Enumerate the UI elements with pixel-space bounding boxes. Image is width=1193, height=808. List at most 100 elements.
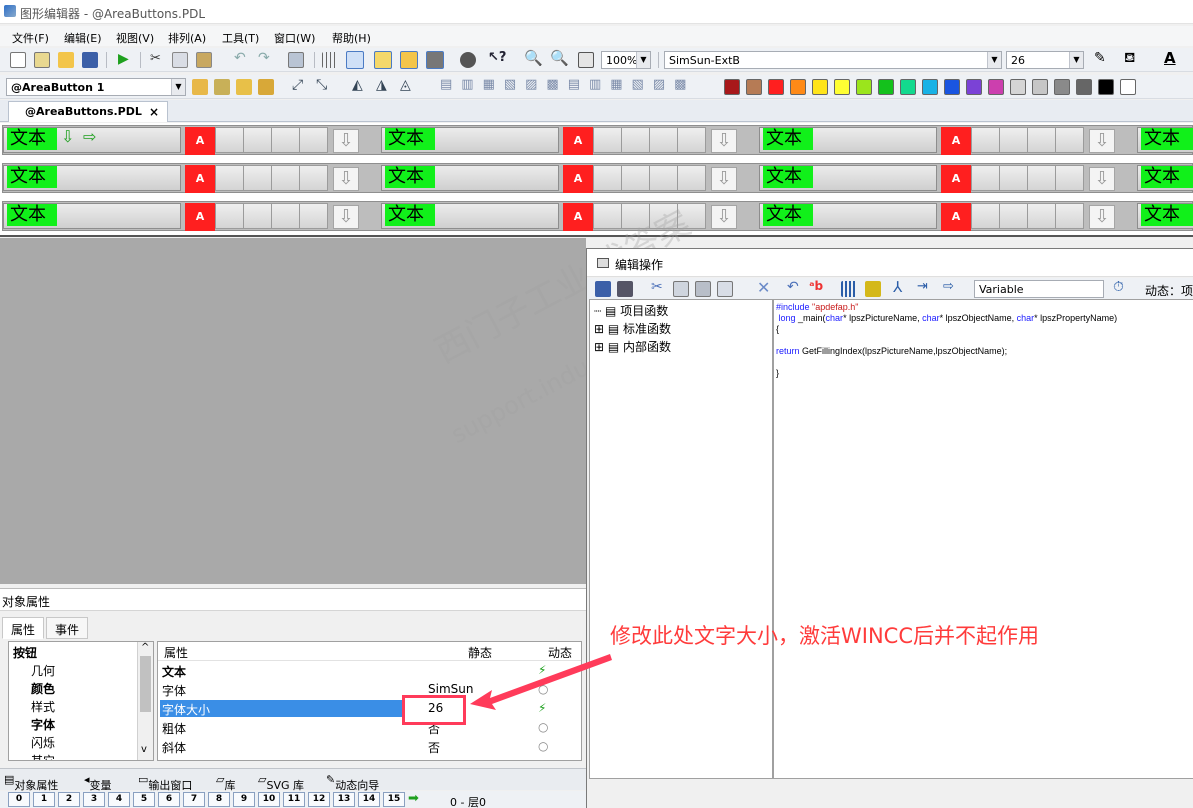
gray-button[interactable]	[1027, 127, 1056, 153]
layer-button[interactable]: 7	[183, 792, 205, 807]
compile-icon[interactable]	[617, 281, 633, 297]
tab-tags[interactable]: ◂ 变量	[84, 773, 112, 792]
flip-icon[interactable]: ◮	[376, 77, 387, 93]
table-row[interactable]: 斜体 否 ○	[158, 737, 581, 756]
down-arrow-icon[interactable]: ⇩	[1089, 129, 1115, 153]
undo-icon[interactable]: ↶	[234, 50, 246, 66]
red-a-button[interactable]: A	[941, 127, 971, 155]
tree-item-flashing[interactable]: 闪烁	[31, 734, 55, 751]
gray-button[interactable]	[1055, 127, 1084, 153]
color-swatch[interactable]	[856, 79, 872, 95]
gray-button[interactable]	[649, 127, 678, 153]
new-page-icon[interactable]	[34, 52, 50, 68]
bookmark-icon[interactable]	[841, 281, 857, 297]
zoom-fit-icon[interactable]	[578, 52, 594, 68]
gray-button[interactable]	[243, 203, 272, 229]
gray-button[interactable]	[677, 165, 706, 191]
button-text[interactable]: 文本	[7, 166, 57, 188]
area-button-row[interactable]: 文本 A ⇩ 文本 A ⇩ 文本 A ⇩ 文本	[2, 201, 1193, 231]
color-swatch[interactable]	[724, 79, 740, 95]
color-swatch[interactable]	[746, 79, 762, 95]
tree-item-colors[interactable]: 颜色	[31, 680, 55, 697]
open-folder-icon[interactable]	[58, 52, 74, 68]
layers-icon[interactable]	[374, 51, 392, 69]
layer-button[interactable]: 1	[33, 792, 55, 807]
tab-output-window[interactable]: ▭ 输出窗口	[138, 773, 192, 792]
activate-runtime-icon[interactable]: ▶	[118, 51, 129, 67]
down-arrow-icon[interactable]: ⇩	[711, 167, 737, 191]
layer-button[interactable]: 4	[108, 792, 130, 807]
red-a-button[interactable]: A	[563, 203, 593, 231]
gray-button[interactable]	[1027, 165, 1056, 191]
font-icon[interactable]: ᵃb	[809, 279, 823, 293]
gray-button[interactable]	[1055, 203, 1084, 229]
tree-item-internal-functions[interactable]: ⊞ ▤ 内部函数	[594, 338, 671, 355]
tree-item-style[interactable]: 样式	[31, 698, 55, 715]
color-swatch[interactable]	[790, 79, 806, 95]
gray-button[interactable]	[621, 165, 650, 191]
layer-button[interactable]: 8	[208, 792, 230, 807]
redo-icon[interactable]: ↷	[258, 50, 270, 66]
gray-button[interactable]	[971, 165, 1000, 191]
tree-item-standard-functions[interactable]: ⊞ ▤ 标准函数	[594, 320, 671, 337]
snap-grid-icon[interactable]	[346, 51, 364, 69]
close-icon[interactable]: ×	[149, 105, 159, 119]
gray-button[interactable]	[593, 203, 622, 229]
export-icon[interactable]: ⇨	[943, 279, 954, 294]
grid-icon[interactable]	[322, 52, 338, 68]
color-swatch[interactable]	[768, 79, 784, 95]
fill-color-icon[interactable]: ⛾	[1124, 50, 1135, 68]
flip-icon[interactable]: ◭	[352, 77, 363, 93]
layer-button[interactable]: 11	[283, 792, 305, 807]
menu-help[interactable]: 帮助(H)	[332, 30, 371, 46]
library-icon[interactable]	[400, 51, 418, 69]
gray-button[interactable]	[677, 127, 706, 153]
gray-button[interactable]	[271, 165, 300, 191]
down-arrow-icon[interactable]: ⇩	[1089, 167, 1115, 191]
down-arrow-icon[interactable]: ⇩	[711, 205, 737, 229]
color-swatch[interactable]	[1032, 79, 1048, 95]
tool-icon[interactable]	[460, 52, 476, 68]
gray-button[interactable]	[999, 127, 1028, 153]
zoom-select[interactable]: 100% ▼	[601, 51, 651, 69]
button-text[interactable]: 文本	[7, 204, 57, 226]
save-icon[interactable]	[595, 281, 611, 297]
tab-svg-library[interactable]: ▱ SVG 库	[258, 773, 304, 792]
gray-button[interactable]	[299, 165, 328, 191]
tab-library[interactable]: ▱ 库	[216, 773, 235, 792]
font-size-select[interactable]: 26 ▼	[1006, 51, 1084, 69]
gray-button[interactable]	[1027, 203, 1056, 229]
button-text[interactable]: 文本	[385, 166, 435, 188]
gray-button[interactable]	[299, 203, 328, 229]
button-text[interactable]: 文本	[1141, 166, 1193, 188]
picture-canvas[interactable]: 文本 ⇩ ⇨ A ⇩ 文本 A ⇩ 文本 A ⇩ 文本 文本 A ⇩ 文本 A ⇩ 文本 A ⇩ 文本 文本 A ⇩ 文本 A ⇩ 文本…	[0, 123, 1193, 237]
save-icon[interactable]	[82, 52, 98, 68]
layer-button[interactable]: 5	[133, 792, 155, 807]
gray-button[interactable]	[271, 127, 300, 153]
object-selector[interactable]: @AreaButton 1 ▼	[6, 78, 186, 96]
layer-button[interactable]: 15	[383, 792, 405, 807]
menu-window[interactable]: 窗口(W)	[274, 30, 315, 46]
down-arrow-icon[interactable]: ⇩	[711, 129, 737, 153]
red-a-button[interactable]: A	[563, 127, 593, 155]
menu-edit[interactable]: 编辑(E)	[64, 30, 102, 46]
layer-button[interactable]: 0	[8, 792, 30, 807]
gray-button[interactable]	[593, 127, 622, 153]
gray-button[interactable]	[971, 127, 1000, 153]
gray-button[interactable]	[621, 127, 650, 153]
rotate-icon[interactable]: ⤢	[292, 77, 303, 93]
new-icon[interactable]	[10, 52, 26, 68]
layer-button[interactable]: 3	[83, 792, 105, 807]
color-swatch[interactable]	[944, 79, 960, 95]
align-tools-icon[interactable]: ▤▥▦▧▨▩▤▥▦▧▨▩	[440, 77, 695, 92]
branch-icon[interactable]: ⅄	[893, 278, 902, 296]
arrow-right-icon[interactable]: ➡	[408, 791, 419, 806]
layer-button[interactable]: 14	[358, 792, 380, 807]
print-icon[interactable]	[288, 52, 304, 68]
gray-button[interactable]	[215, 165, 244, 191]
color-swatch[interactable]	[834, 79, 850, 95]
red-a-button[interactable]: A	[941, 165, 971, 193]
gray-button[interactable]	[999, 203, 1028, 229]
color-swatch[interactable]	[900, 79, 916, 95]
gray-button[interactable]	[593, 165, 622, 191]
